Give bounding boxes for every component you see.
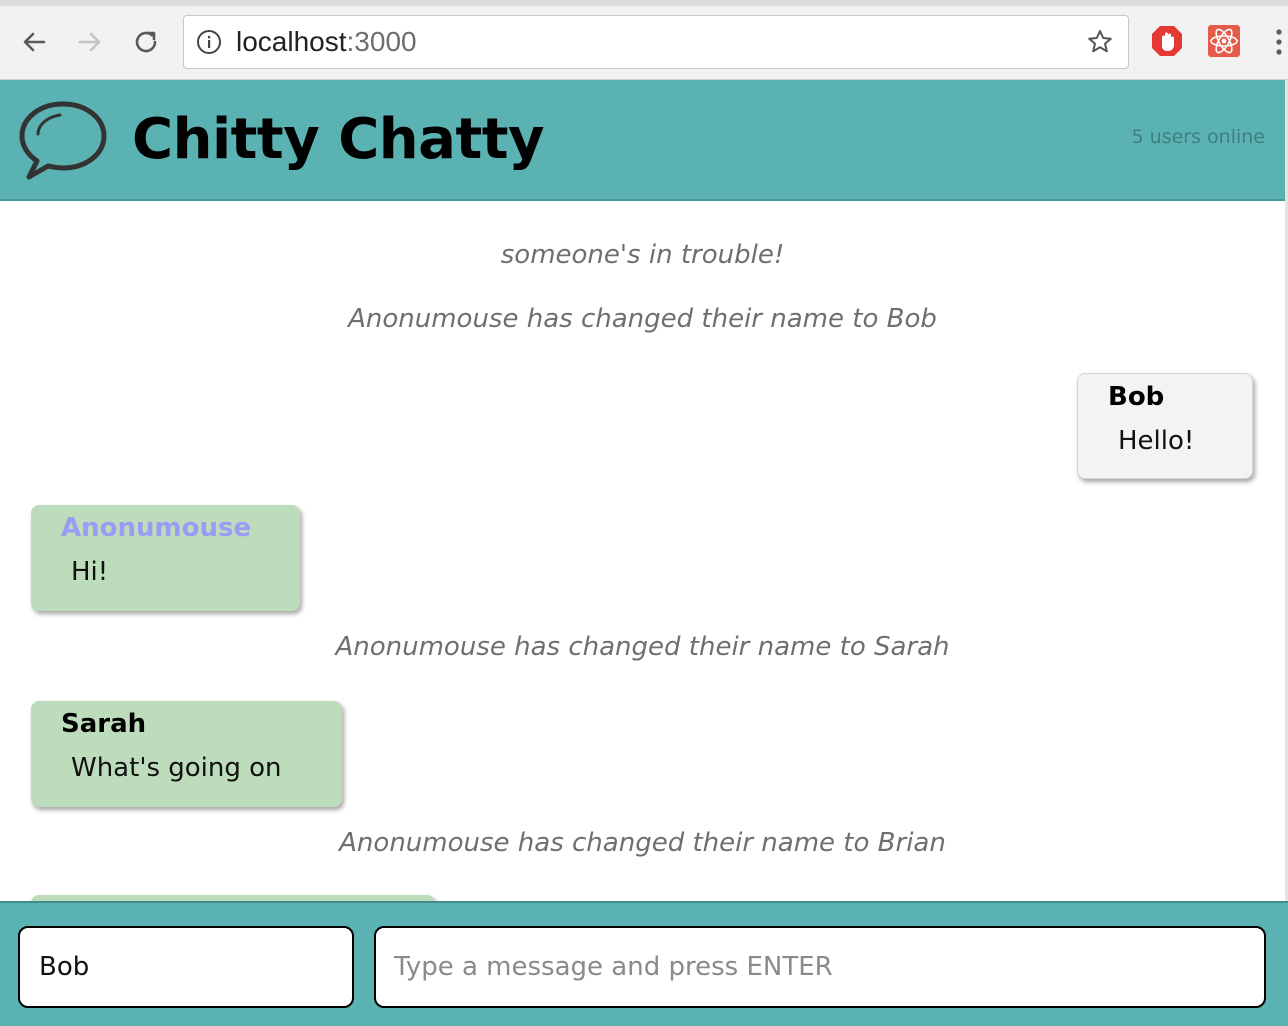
composer-bar — [0, 901, 1288, 1026]
speech-bubble-icon — [16, 98, 110, 182]
back-arrow-icon[interactable] — [16, 24, 52, 60]
chat-message: Anonumouse Hi! — [31, 505, 300, 611]
url-text: localhost:3000 — [236, 26, 417, 58]
message-text: Hi! — [71, 557, 109, 587]
react-devtools-icon[interactable] — [1207, 24, 1241, 58]
system-message: Anonumouse has changed their name to Bri… — [339, 828, 946, 858]
app-title: Chitty Chatty — [132, 107, 545, 172]
app-header: Chitty Chatty 5 users online — [0, 80, 1285, 201]
info-icon[interactable] — [196, 29, 222, 55]
stop-hand-icon[interactable] — [1150, 24, 1184, 58]
system-message: Anonumouse has changed their name to Bob — [348, 304, 937, 334]
browser-toolbar: localhost:3000 — [0, 0, 1288, 80]
url-host: localhost — [236, 26, 347, 57]
message-input[interactable] — [374, 926, 1266, 1008]
users-online-count: 5 users online — [1131, 126, 1265, 148]
message-username: Sarah — [61, 709, 147, 739]
kebab-menu-icon[interactable] — [1270, 26, 1288, 58]
message-text: What's going on — [71, 753, 282, 783]
star-icon[interactable] — [1086, 28, 1114, 56]
system-message: Anonumouse has changed their name to Sar… — [335, 632, 950, 662]
address-bar[interactable]: localhost:3000 — [183, 15, 1129, 69]
message-username: Bob — [1108, 382, 1165, 412]
chat-message: Sarah What's going on — [31, 701, 342, 807]
tab-strip — [0, 0, 1288, 6]
reload-icon[interactable] — [128, 24, 164, 60]
username-input[interactable] — [18, 926, 354, 1008]
forward-arrow-icon[interactable] — [72, 24, 108, 60]
system-message: someone's in trouble! — [500, 240, 785, 270]
message-username: Anonumouse — [61, 513, 252, 543]
chat-message-own: Bob Hello! — [1077, 373, 1253, 479]
url-port: :3000 — [346, 26, 417, 57]
message-text: Hello! — [1118, 426, 1195, 456]
message-list[interactable]: someone's in trouble! Anonumouse has cha… — [0, 201, 1285, 901]
